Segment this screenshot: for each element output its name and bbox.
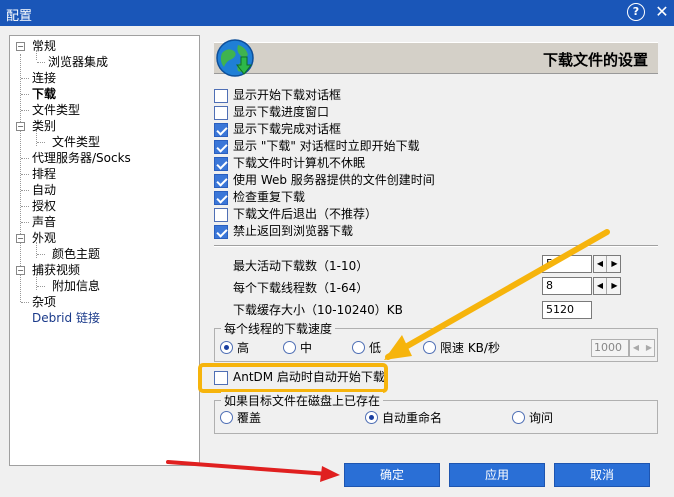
tree-line	[21, 158, 29, 159]
max-active-input[interactable]: 5	[542, 255, 592, 273]
cache-label: 下载缓存大小（10-10240）KB	[233, 303, 403, 317]
tree-line	[21, 190, 29, 191]
separator	[214, 245, 658, 247]
section-title: 下载文件的设置	[542, 51, 648, 69]
speed-limit-input[interactable]: 1000	[591, 339, 629, 357]
close-icon[interactable]: ✕	[654, 2, 670, 22]
radio-button[interactable]	[352, 341, 365, 354]
window-title: 配置	[6, 9, 33, 24]
tree-line	[21, 222, 29, 223]
threads-label: 每个下载线程数（1-64）	[233, 281, 369, 295]
collapse-icon[interactable]: −	[16, 266, 25, 275]
section-header: 下载文件的设置	[214, 42, 658, 74]
radio-button[interactable]	[220, 341, 233, 354]
tree-line	[37, 254, 45, 255]
collapse-icon[interactable]: −	[16, 122, 25, 131]
title-bar: 配置 ? ✕	[0, 0, 674, 26]
tree-line	[21, 110, 29, 111]
radio-button[interactable]	[283, 341, 296, 354]
increment-icon[interactable]: ▶	[643, 340, 655, 356]
decrement-icon[interactable]: ◀	[630, 340, 642, 356]
collapse-icon[interactable]: −	[16, 42, 25, 51]
tree-line	[37, 142, 45, 143]
decrement-icon[interactable]: ◀	[594, 256, 607, 272]
increment-icon[interactable]: ▶	[608, 278, 621, 294]
checkbox[interactable]	[214, 157, 228, 171]
help-icon[interactable]: ?	[627, 3, 645, 21]
apply-button[interactable]: 应用	[449, 463, 545, 487]
checkbox[interactable]	[214, 106, 228, 120]
cancel-button[interactable]: 取消	[554, 463, 650, 487]
tree-line	[21, 302, 29, 303]
tree-line	[20, 54, 21, 302]
tree-line	[37, 62, 45, 63]
highlight-box	[198, 363, 388, 393]
threads-input[interactable]: 8	[542, 277, 592, 295]
checkbox[interactable]	[214, 208, 228, 222]
file-exists-group-title: 如果目标文件在磁盘上已存在	[221, 392, 384, 409]
speed-limit-stepper[interactable]: ◀ ▶	[629, 339, 655, 357]
dialog-body: − 常规 浏览器集成 连接 下载 文件类型 − 类别 文件类型 代理服务器/So…	[0, 26, 674, 497]
collapse-icon[interactable]: −	[16, 234, 25, 243]
decrement-icon[interactable]: ◀	[594, 278, 607, 294]
radio-button[interactable]	[220, 411, 233, 424]
radio-button[interactable]	[365, 411, 378, 424]
ok-button[interactable]: 确定	[344, 463, 440, 487]
tree-line	[21, 174, 29, 175]
checkbox[interactable]	[214, 191, 228, 205]
max-active-stepper[interactable]: ◀ ▶	[593, 255, 621, 273]
checkbox[interactable]	[214, 140, 228, 154]
radio-button[interactable]	[423, 341, 436, 354]
checkbox[interactable]	[214, 89, 228, 103]
radio-button[interactable]	[512, 411, 525, 424]
tree-line	[37, 286, 45, 287]
settings-tree[interactable]: − 常规 浏览器集成 连接 下载 文件类型 − 类别 文件类型 代理服务器/So…	[9, 35, 200, 466]
checkbox[interactable]	[214, 123, 228, 137]
speed-group-title: 每个线程的下载速度	[221, 320, 336, 337]
tree-line	[21, 94, 29, 95]
checkbox[interactable]	[214, 225, 228, 239]
cache-input[interactable]: 5120	[542, 301, 592, 319]
globe-download-icon	[216, 39, 254, 77]
checkbox[interactable]	[214, 174, 228, 188]
threads-stepper[interactable]: ◀ ▶	[593, 277, 621, 295]
tree-line	[21, 206, 29, 207]
max-active-label: 最大活动下载数（1-10）	[233, 259, 369, 273]
increment-icon[interactable]: ▶	[608, 256, 621, 272]
tree-line	[21, 78, 29, 79]
